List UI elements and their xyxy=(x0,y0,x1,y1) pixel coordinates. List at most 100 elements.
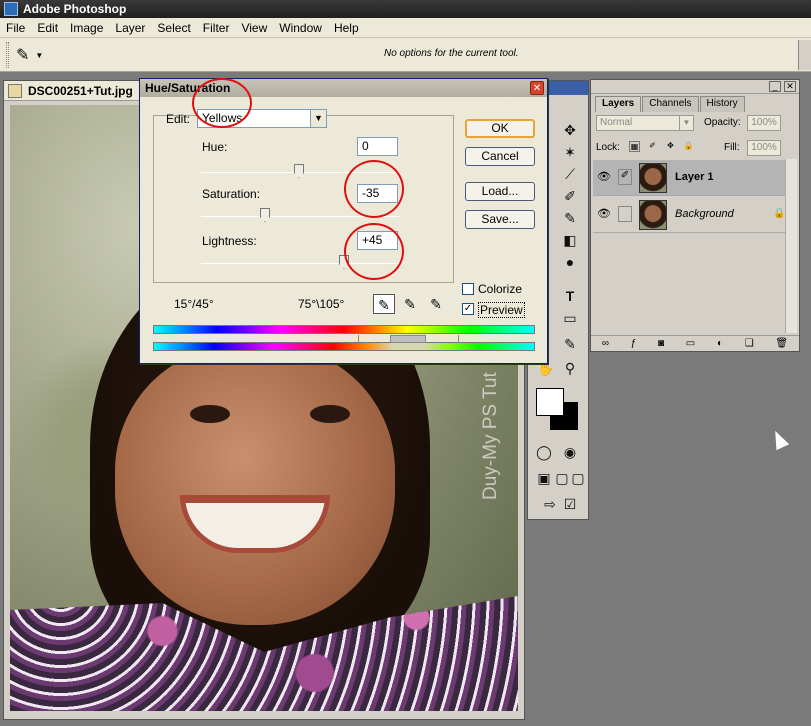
eyedropper-plus-icon[interactable]: ✎ xyxy=(399,294,421,314)
preview-checkbox[interactable]: ✓ xyxy=(462,303,474,315)
lock-label: Lock: xyxy=(596,142,620,153)
brush-link-icon[interactable]: ✐ xyxy=(618,169,632,185)
ok-button[interactable]: OK xyxy=(465,119,535,138)
saturation-label: Saturation: xyxy=(202,187,261,201)
quick-mask-icon[interactable]: ◯ xyxy=(534,443,554,461)
opacity-label: Opacity: xyxy=(704,117,741,128)
mouse-cursor-icon xyxy=(768,427,790,451)
shape-tool-icon[interactable]: ▭ xyxy=(560,309,580,327)
menu-layer[interactable]: Layer xyxy=(109,21,151,35)
adjustment-layer-icon[interactable]: ◐ xyxy=(717,338,723,349)
photoshop-logo-icon xyxy=(4,2,18,16)
gradient-tool-icon[interactable]: ◧ xyxy=(560,231,580,249)
new-group-icon[interactable]: ▭ xyxy=(686,338,695,349)
close-icon[interactable]: ✕ xyxy=(784,81,796,92)
annotation-circle-saturation xyxy=(344,160,404,218)
chevron-down-icon: ▼ xyxy=(310,110,326,127)
screen-mode-3-icon[interactable]: ▢ xyxy=(568,469,588,487)
range-slider-left-handle[interactable] xyxy=(358,335,359,343)
menu-image[interactable]: Image xyxy=(64,21,109,35)
fill-input[interactable]: 100% xyxy=(747,140,781,156)
tab-channels[interactable]: Channels xyxy=(642,96,699,112)
palette-tabs: Layers Channels History xyxy=(591,96,799,112)
layer-thumbnail xyxy=(639,163,667,193)
options-bar: ✎ ▼ No options for the current tool. xyxy=(0,38,811,72)
eyedropper-icon[interactable]: ✎ xyxy=(373,294,395,314)
menu-select[interactable]: Select xyxy=(151,21,196,35)
colorize-checkbox[interactable] xyxy=(462,283,474,295)
range-left-degrees: 15°/45° xyxy=(174,297,214,311)
quick-mask-on-icon[interactable]: ◉ xyxy=(560,443,580,461)
blend-mode-value: Normal xyxy=(600,117,633,128)
options-grip[interactable] xyxy=(6,42,9,68)
menu-window[interactable]: Window xyxy=(273,21,328,35)
layer-row-background[interactable]: 👁 Background 🔒 xyxy=(593,197,785,233)
right-eye xyxy=(310,405,350,423)
close-icon[interactable]: ✕ xyxy=(530,81,544,95)
cancel-button[interactable]: Cancel xyxy=(465,147,535,166)
eyedropper-tool-icon[interactable]: ✎ xyxy=(560,335,580,353)
tab-layers[interactable]: Layers xyxy=(595,96,642,112)
lock-all-icon[interactable]: 🔒 xyxy=(683,141,694,152)
save-button[interactable]: Save... xyxy=(465,210,535,229)
trash-icon[interactable]: 🗑 xyxy=(775,338,788,349)
move-tool-icon[interactable]: ✥ xyxy=(560,121,580,139)
annotation-circle-lightness xyxy=(344,223,404,280)
opacity-input[interactable]: 100% xyxy=(747,115,781,131)
burn-tool-icon[interactable]: ● xyxy=(560,253,580,271)
load-button[interactable]: Load... xyxy=(465,182,535,201)
slice-tool-icon[interactable]: ⟋ xyxy=(560,165,580,183)
app-title: Adobe Photoshop xyxy=(23,2,127,16)
input-color-bar xyxy=(153,325,535,334)
layer-name: Layer 1 xyxy=(675,171,714,183)
app-title-bar: Adobe Photoshop xyxy=(0,0,811,18)
eyedropper-icon: ✎ xyxy=(16,47,30,64)
layer-row-layer-1[interactable]: 👁 ✐ Layer 1 xyxy=(593,160,785,196)
jump-to-imageready-icon[interactable]: ⇨ xyxy=(540,495,560,513)
minimize-icon[interactable]: _ xyxy=(769,81,781,92)
lock-image-icon[interactable]: ✐ xyxy=(647,141,658,152)
edit-label: Edit: xyxy=(166,112,191,126)
palette-well[interactable] xyxy=(798,40,811,70)
menu-edit[interactable]: Edit xyxy=(31,21,64,35)
layers-scrollbar[interactable] xyxy=(785,159,797,333)
menu-view[interactable]: View xyxy=(235,21,273,35)
tab-history[interactable]: History xyxy=(699,96,745,112)
layer-thumbnail xyxy=(639,200,667,230)
range-right-degrees: 75°\105° xyxy=(298,297,345,311)
layer-mask-icon[interactable]: ◙ xyxy=(658,338,664,349)
foreground-color-swatch[interactable] xyxy=(536,388,564,416)
layer-name: Background xyxy=(675,208,734,220)
tool-preset-picker[interactable]: ✎ ▼ xyxy=(16,44,60,66)
menu-file[interactable]: File xyxy=(0,21,31,35)
layer-style-icon[interactable]: ƒ xyxy=(631,338,637,349)
type-tool-icon[interactable]: T xyxy=(560,287,580,305)
visibility-eye-icon[interactable]: 👁 xyxy=(597,207,611,221)
magic-wand-icon[interactable]: ✶ xyxy=(560,143,580,161)
link-cell[interactable] xyxy=(618,206,632,222)
brush-tool-icon[interactable]: ✐ xyxy=(560,187,580,205)
fill-label: Fill: xyxy=(724,142,740,153)
menu-bar: File Edit Image Layer Select Filter View… xyxy=(0,18,811,38)
chevron-down-icon: ▼ xyxy=(679,116,693,130)
layers-palette-titlebar[interactable]: _ ✕ xyxy=(591,80,799,94)
eyedropper-minus-icon[interactable]: ✎ xyxy=(425,294,447,314)
menu-filter[interactable]: Filter xyxy=(197,21,236,35)
blend-mode-select[interactable]: Normal ▼ xyxy=(596,115,694,131)
hue-input[interactable]: 0 xyxy=(357,137,398,156)
hue-label: Hue: xyxy=(202,140,228,154)
link-layers-icon[interactable]: ∞ xyxy=(602,338,609,349)
checkmark-icon[interactable]: ☑ xyxy=(560,495,580,513)
lock-transparency-icon[interactable]: ▦ xyxy=(629,141,640,152)
menu-help[interactable]: Help xyxy=(328,21,365,35)
output-color-bar xyxy=(153,342,535,351)
range-slider-right-handle[interactable] xyxy=(458,335,459,343)
new-layer-icon[interactable]: ❏ xyxy=(745,338,754,349)
zoom-tool-icon[interactable]: ⚲ xyxy=(560,359,580,377)
lock-position-icon[interactable]: ✥ xyxy=(665,141,676,152)
range-slider-center[interactable] xyxy=(390,335,426,343)
history-brush-icon[interactable]: ✎ xyxy=(560,209,580,227)
colorize-label: Colorize xyxy=(478,282,523,296)
screen-mode-icon[interactable]: ▣ xyxy=(534,469,554,487)
visibility-eye-icon[interactable]: 👁 xyxy=(597,170,611,184)
